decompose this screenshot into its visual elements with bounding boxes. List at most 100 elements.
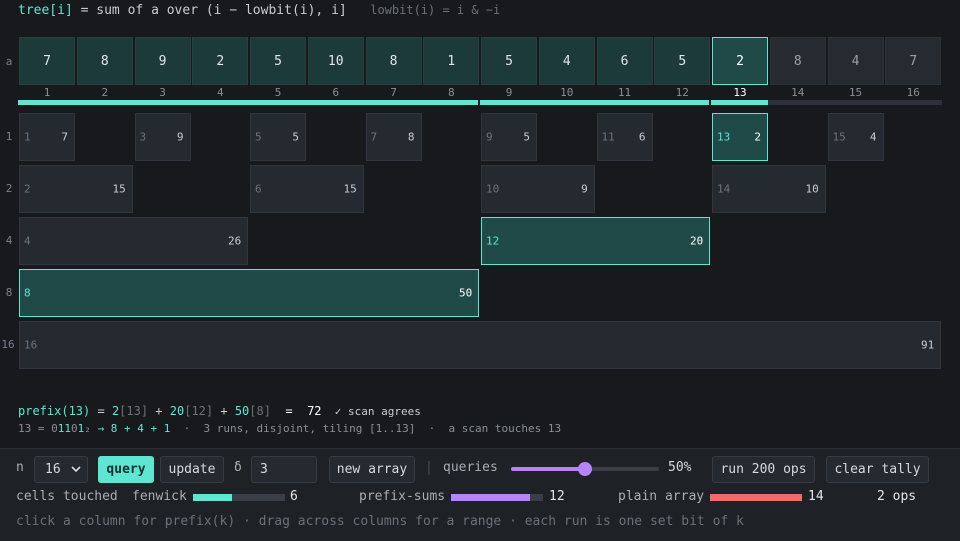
prefix-sum-line: prefix(13) = 2[13] + 20[12] + 50[8] = 72…	[18, 404, 421, 418]
prefix-sums-bar	[451, 494, 543, 501]
array-cell[interactable]: 7	[885, 37, 942, 85]
tree-node-index: 3	[139, 130, 147, 144]
array-index: 7	[390, 86, 397, 99]
tree-node[interactable]: 6 15	[250, 165, 364, 213]
array-index: 12	[675, 86, 689, 99]
array-cell[interactable]: 10	[307, 37, 364, 85]
prefix-head: prefix(13)	[18, 404, 91, 418]
new-array-button[interactable]: new array	[329, 456, 415, 483]
tree-node-index: 4	[24, 234, 31, 248]
clear-tally-button[interactable]: clear tally	[826, 456, 929, 483]
array-cell[interactable]: 1	[423, 37, 480, 85]
array-index: 5	[274, 86, 282, 99]
bin-subscript: ₂	[84, 422, 91, 435]
plain-array-label: plain array	[618, 489, 705, 504]
tree-node[interactable]: 17	[19, 113, 75, 161]
tree-node[interactable]: 39	[134, 113, 191, 161]
tree-node[interactable]: 13 2	[712, 113, 768, 161]
tree-node-value: 2	[754, 130, 761, 144]
tree-node[interactable]: 78	[365, 113, 422, 161]
formula-note: lowbit(i) = i & −i	[370, 3, 501, 17]
delta-input[interactable]: 3	[251, 456, 317, 483]
array-cell[interactable]: 4	[827, 37, 884, 85]
run-bar-1	[711, 100, 768, 105]
sum-term-3: 50	[234, 404, 250, 418]
tree-node[interactable]: 15 4	[827, 113, 884, 161]
fenwick-count: 6	[290, 489, 298, 504]
array-index: 16	[906, 86, 920, 99]
queries-label: queries	[443, 460, 498, 475]
sum-term-1-index: [13]	[119, 404, 149, 418]
n-select[interactable]: 16	[34, 456, 88, 483]
cells-touched-label: cells touched	[16, 489, 118, 504]
array-cell[interactable]: 8	[76, 37, 133, 85]
queries-slider-knob[interactable]	[578, 462, 592, 476]
run-bar-8	[18, 100, 478, 105]
array-index: 2	[101, 86, 109, 99]
tree-node[interactable]: 55	[250, 113, 306, 161]
level-label-16: 16	[1, 338, 15, 351]
array-index: 15	[848, 86, 863, 99]
array-index: 13	[733, 86, 747, 99]
array-index: 3	[159, 86, 166, 99]
tree-node-value: 9	[176, 130, 184, 144]
toolbar-separator: |	[425, 460, 433, 475]
array-cell[interactable]: 2	[192, 37, 249, 85]
plain-array-count: 14	[808, 489, 824, 504]
array-cell[interactable]: 8	[365, 37, 422, 85]
array-cell[interactable]: 8	[769, 37, 826, 85]
tree-node[interactable]: 11 6	[596, 113, 653, 161]
tree-node-value: 5	[523, 130, 530, 144]
tree-node-value: 4	[869, 130, 877, 144]
tree-node-index: 12	[486, 234, 500, 248]
sum-term-2: 20	[169, 404, 185, 418]
chevron-down-icon	[71, 466, 81, 473]
update-button[interactable]: update	[160, 456, 224, 483]
queries-slider-fill	[511, 467, 585, 471]
tree-node[interactable]: 12 20	[481, 217, 711, 265]
tree-node-index: 14	[717, 182, 731, 196]
run-bar-4	[480, 100, 709, 105]
tree-node-value: 15	[343, 182, 357, 196]
bin-rest: · 3 runs, disjoint, tiling [1..13] · a s…	[170, 422, 562, 435]
tree-node-value: 15	[112, 182, 126, 196]
array-cell[interactable]: 7	[19, 37, 75, 85]
queries-slider[interactable]	[511, 462, 659, 476]
queries-percent: 50%	[668, 460, 692, 475]
array-row-label: a	[5, 55, 13, 68]
level-label-8: 8	[5, 286, 13, 299]
tree-node-index: 10	[486, 182, 500, 196]
array-cell[interactable]: 5	[481, 37, 537, 85]
run-track	[768, 100, 942, 105]
array-cell[interactable]: 6	[596, 37, 653, 85]
bin-chain: → 8 + 4 + 1	[90, 422, 171, 435]
sum-plus-1: +	[148, 404, 170, 418]
tree-node[interactable]: 14 10	[712, 165, 826, 213]
tree-node[interactable]: 95	[481, 113, 537, 161]
array-cell[interactable]: 5	[250, 37, 306, 85]
tree-node[interactable]: 10 9	[481, 165, 595, 213]
tree-node-index: 8	[24, 286, 31, 300]
tree-node[interactable]: 4 26	[19, 217, 249, 265]
tree-node-value: 6	[638, 130, 646, 144]
fenwick-bar-fill	[193, 494, 233, 501]
tree-node-index: 13	[717, 130, 731, 144]
array-index: 6	[332, 86, 340, 99]
n-label: n	[16, 460, 24, 475]
query-button[interactable]: query	[98, 456, 154, 483]
tree-node[interactable]: 8 50	[19, 269, 480, 317]
sum-eq-2: =	[270, 404, 308, 418]
array-cell[interactable]: 4	[538, 37, 595, 85]
tree-node[interactable]: 2 15	[19, 165, 133, 213]
plain-array-bar	[710, 494, 802, 501]
bin-bit-2: 0	[71, 422, 78, 435]
array-cell[interactable]: 5	[654, 37, 711, 85]
tree-node-value: 91	[921, 338, 935, 352]
array-cell[interactable]: 2	[712, 37, 768, 85]
array-cell[interactable]: 9	[134, 37, 191, 85]
fenwick-bar	[193, 494, 285, 501]
plain-array-bar-fill	[710, 494, 802, 501]
run-ops-button[interactable]: run 200 ops	[712, 456, 815, 483]
tree-node[interactable]: 16 91	[19, 321, 942, 369]
prefix-sums-label: prefix-sums	[359, 489, 446, 504]
